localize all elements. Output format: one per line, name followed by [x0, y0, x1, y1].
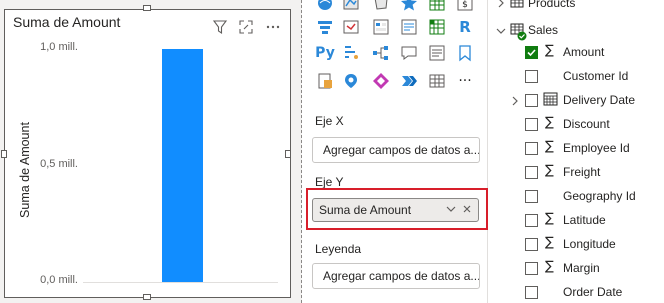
table-icon — [510, 0, 524, 11]
y-tick-label: 1,0 mill. — [40, 41, 78, 53]
table-visual-icon[interactable] — [425, 0, 449, 14]
field-checkbox[interactable] — [525, 46, 538, 59]
field-name: Delivery Date — [563, 93, 636, 107]
paginated-report-icon[interactable] — [313, 70, 337, 92]
r-visual-label: R — [459, 18, 471, 36]
chevron-down-icon[interactable] — [445, 203, 457, 218]
x-axis-drop-well[interactable]: Agregar campos de datos a... — [312, 137, 480, 163]
star-visual-icon[interactable] — [397, 0, 421, 14]
y-axis-well-label: Eje Y — [315, 175, 344, 189]
field-checkbox[interactable] — [525, 190, 538, 203]
smart-narrative-icon[interactable] — [425, 42, 449, 64]
field-checkbox[interactable] — [525, 214, 538, 227]
remove-field-icon[interactable] — [461, 203, 473, 218]
matrix-visual-icon[interactable] — [425, 16, 449, 38]
sum-icon: ∑ — [545, 211, 554, 226]
resize-handle-top[interactable] — [143, 5, 151, 11]
legend-drop-well[interactable]: Agregar campos de datos a... — [312, 263, 480, 289]
field-name: Employee Id — [563, 141, 630, 155]
resize-handle-right[interactable] — [285, 150, 291, 158]
more-visuals-label: ··· — [458, 73, 472, 89]
y-tick-label: 0,5 mill. — [40, 157, 78, 170]
chevron-down-icon[interactable] — [496, 25, 506, 39]
python-visual-icon[interactable]: Py — [313, 42, 337, 64]
field-name: Order Date — [563, 285, 623, 299]
checkmark-badge-icon — [517, 30, 527, 44]
field-name: Discount — [563, 117, 610, 131]
python-visual-label: Py — [315, 45, 335, 61]
field-checkbox[interactable] — [525, 94, 538, 107]
sum-icon: ∑ — [545, 163, 554, 178]
svg-text:$: $ — [462, 0, 468, 10]
r-visual-icon[interactable]: R — [453, 16, 477, 38]
resize-handle-left[interactable] — [1, 150, 7, 158]
decomposition-tree-icon[interactable] — [369, 42, 393, 64]
map-visual-icon[interactable] — [313, 0, 337, 14]
field-name: Latitude — [563, 213, 606, 227]
field-checkbox[interactable] — [525, 166, 538, 179]
table-name-sales[interactable]: Sales — [528, 23, 558, 37]
resize-handle-bottom[interactable] — [143, 294, 151, 300]
field-name: Longitude — [563, 237, 616, 251]
metrics-visual-icon[interactable] — [453, 42, 477, 64]
table-name-products[interactable]: Products — [528, 0, 575, 10]
more-options-icon[interactable] — [265, 19, 281, 35]
chevron-right-icon[interactable] — [510, 95, 520, 109]
calendar-icon — [543, 92, 558, 109]
sum-icon: ∑ — [545, 115, 554, 130]
field-name: Amount — [563, 45, 605, 59]
table-grid-icon[interactable] — [425, 70, 449, 92]
y-tick-label: 0,0 mill. — [40, 274, 78, 286]
field-checkbox[interactable] — [525, 286, 538, 299]
sum-icon: ∑ — [545, 235, 554, 250]
focus-mode-icon[interactable] — [238, 19, 254, 35]
x-axis-baseline — [83, 282, 278, 283]
field-name: Geography Id — [563, 189, 636, 203]
funnel-visual-icon[interactable] — [313, 16, 337, 38]
x-axis-well-label: Eje X — [315, 114, 344, 128]
y-axis-title: Suma de Amount — [18, 122, 32, 218]
field-checkbox[interactable] — [525, 118, 538, 131]
bar-mark[interactable] — [162, 49, 203, 282]
field-checkbox[interactable] — [525, 70, 538, 83]
legend-well-label: Leyenda — [315, 242, 362, 256]
field-checkbox[interactable] — [525, 238, 538, 251]
field-name: Freight — [563, 165, 601, 179]
qa-visual-icon[interactable] — [397, 42, 421, 64]
field-name: Customer Id — [563, 69, 629, 83]
canvas-edge — [301, 0, 302, 303]
shape-map-icon[interactable] — [369, 0, 393, 14]
key-influencers-icon[interactable] — [339, 42, 363, 64]
chevron-right-icon[interactable] — [496, 0, 506, 11]
azure-map-icon[interactable] — [339, 70, 363, 92]
kpi-visual-icon[interactable]: $ — [453, 0, 477, 14]
sum-icon: ∑ — [545, 139, 554, 154]
power-automate-icon[interactable] — [397, 70, 421, 92]
field-checkbox[interactable] — [525, 142, 538, 155]
multirow-card-icon[interactable] — [397, 16, 421, 38]
pane-divider — [487, 0, 488, 303]
bar-chart-visual[interactable]: Suma de Amount Suma de Amount 1,0 mill. 0… — [4, 9, 291, 298]
visual-title: Suma de Amount — [13, 14, 121, 30]
field-checkbox[interactable] — [525, 262, 538, 275]
sum-icon: ∑ — [545, 43, 554, 58]
filter-icon[interactable] — [212, 19, 228, 35]
sum-icon: ∑ — [545, 259, 554, 274]
power-apps-icon[interactable] — [369, 70, 393, 92]
more-visuals-icon[interactable]: ··· — [453, 70, 477, 92]
y-axis-field-name: Suma de Amount — [319, 203, 412, 217]
card-visual-icon[interactable] — [369, 16, 393, 38]
filled-map-icon[interactable] — [339, 0, 363, 14]
field-name: Margin — [563, 261, 600, 275]
gauge-visual-icon[interactable] — [339, 16, 363, 38]
